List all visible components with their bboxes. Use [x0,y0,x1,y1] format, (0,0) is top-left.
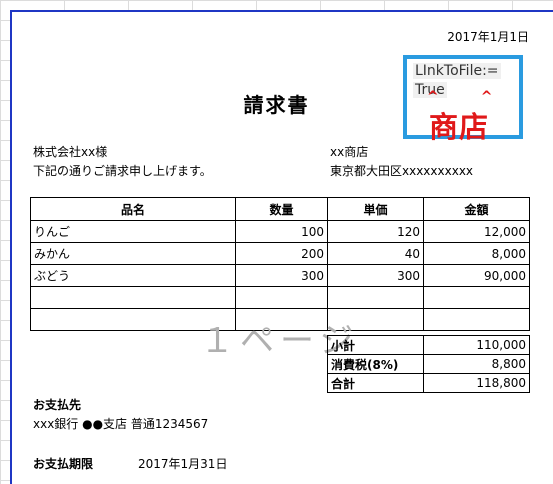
stamp-text: 商店 [429,110,490,144]
cell-amount[interactable]: 12,000 [423,220,530,243]
cell-amount[interactable]: 90,000 [423,264,530,287]
cell-item-name[interactable] [30,286,236,309]
cell-item-name[interactable]: りんご [30,220,236,243]
totals-table: 小計 110,000 消費税(8%) 8,800 合計 118,800 [327,335,530,393]
table-row: りんご 100 120 12,000 [30,220,530,243]
cell-amount[interactable]: 8,000 [423,242,530,265]
shop-address: 東京都大田区xxxxxxxxxx [330,164,474,178]
cell-quantity[interactable]: 100 [235,220,328,243]
caret-marks-icon: ^ ^ [427,89,493,105]
stamp-note-line1: LInkToFile:= [413,63,501,79]
tax-label[interactable]: 消費税(8%) [327,354,424,374]
tax-row: 消費税(8%) 8,800 [327,354,530,374]
table-header-row: 品名 数量 単価 金額 [30,197,530,221]
cell-item-name[interactable]: みかん [30,242,236,265]
cell-unit-price[interactable]: 300 [327,264,424,287]
table-row: みかん 200 40 8,000 [30,242,530,265]
table-row: ぶどう 300 300 90,000 [30,264,530,287]
total-value[interactable]: 118,800 [423,373,530,393]
subtotal-row: 小計 110,000 [327,335,530,355]
header-amount[interactable]: 金額 [423,197,530,221]
bank-account: xxx銀行 ●●支店 普通1234567 [33,417,209,431]
cell-item-name[interactable]: ぶどう [30,264,236,287]
subtotal-label[interactable]: 小計 [327,335,424,355]
header-item-name[interactable]: 品名 [30,197,236,221]
total-label[interactable]: 合計 [327,373,424,393]
due-date-value: 2017年1月31日 [138,457,228,471]
subtotal-value[interactable]: 110,000 [423,335,530,355]
cell-quantity[interactable]: 300 [235,264,328,287]
table-row [30,286,530,309]
items-table: 品名 数量 単価 金額 りんご 100 120 12,000 みかん 200 4… [30,197,530,331]
greeting-text: 下記の通りご請求申し上げます。 [33,164,212,178]
cell-unit-price[interactable] [327,286,424,309]
header-unit-price[interactable]: 単価 [327,197,424,221]
invoice-date: 2017年1月1日 [447,30,529,44]
cell-unit-price[interactable]: 40 [327,242,424,265]
header-quantity[interactable]: 数量 [235,197,328,221]
customer-name: 株式会社xx様 [33,145,108,159]
shop-name: xx商店 [330,145,369,159]
company-stamp-image[interactable]: LInkToFile:= True ^ ^ 商店 [403,55,523,144]
cell-amount[interactable] [423,308,530,331]
cell-quantity[interactable]: 200 [235,242,328,265]
total-row: 合計 118,800 [327,373,530,393]
due-date-heading: お支払期限 [33,457,94,471]
tax-value[interactable]: 8,800 [423,354,530,374]
payment-heading: お支払先 [33,398,82,412]
cell-amount[interactable] [423,286,530,309]
cell-quantity[interactable] [235,286,328,309]
cell-unit-price[interactable]: 120 [327,220,424,243]
